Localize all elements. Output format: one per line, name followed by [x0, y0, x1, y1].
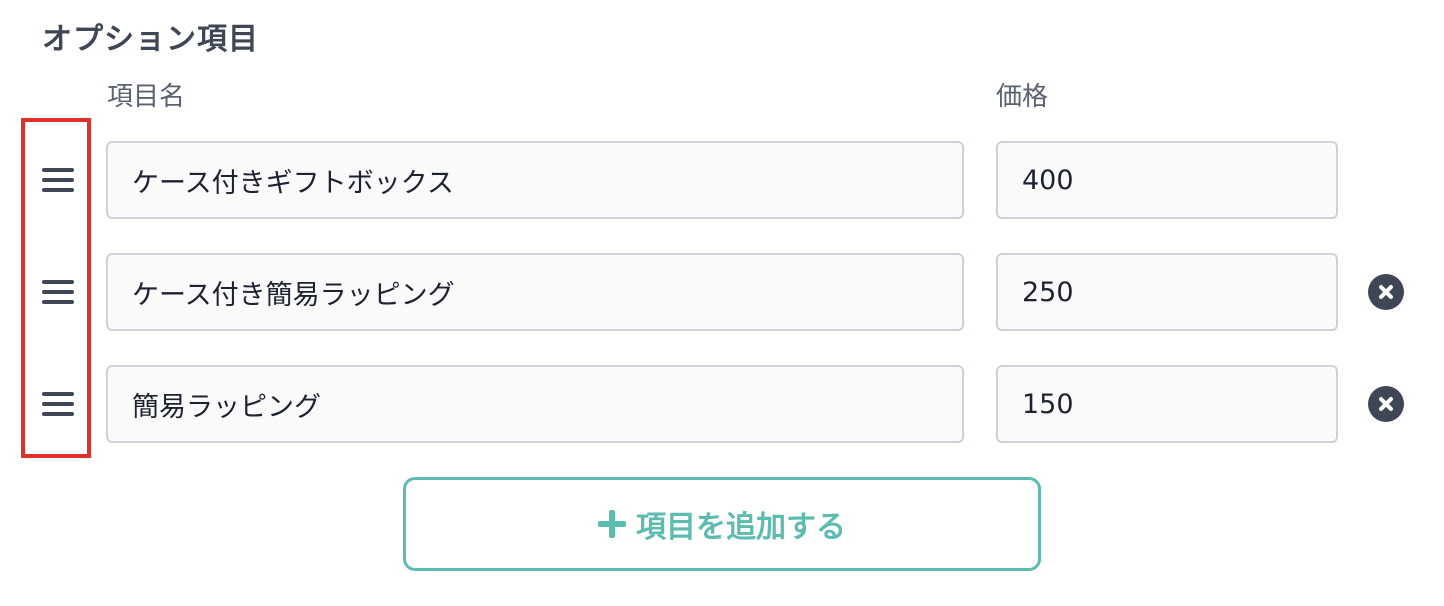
option-row — [0, 253, 1444, 331]
remove-option-button[interactable] — [1368, 274, 1404, 310]
add-option-label: 項目を追加する — [636, 510, 846, 545]
section-title: オプション項目 — [42, 22, 259, 57]
plus-icon — [598, 510, 626, 538]
option-price-input[interactable] — [996, 253, 1338, 331]
option-name-input[interactable] — [106, 365, 964, 443]
add-option-button[interactable]: 項目を追加する — [403, 477, 1041, 571]
option-price-input[interactable] — [996, 141, 1338, 219]
drag-handle-highlight — [21, 118, 91, 458]
option-row — [0, 365, 1444, 443]
option-name-input[interactable] — [106, 253, 964, 331]
option-name-input[interactable] — [106, 141, 964, 219]
option-row — [0, 141, 1444, 219]
option-price-input[interactable] — [996, 365, 1338, 443]
column-header-name: 項目名 — [107, 82, 186, 112]
column-header-price: 価格 — [996, 82, 1049, 112]
remove-option-button[interactable] — [1368, 386, 1404, 422]
